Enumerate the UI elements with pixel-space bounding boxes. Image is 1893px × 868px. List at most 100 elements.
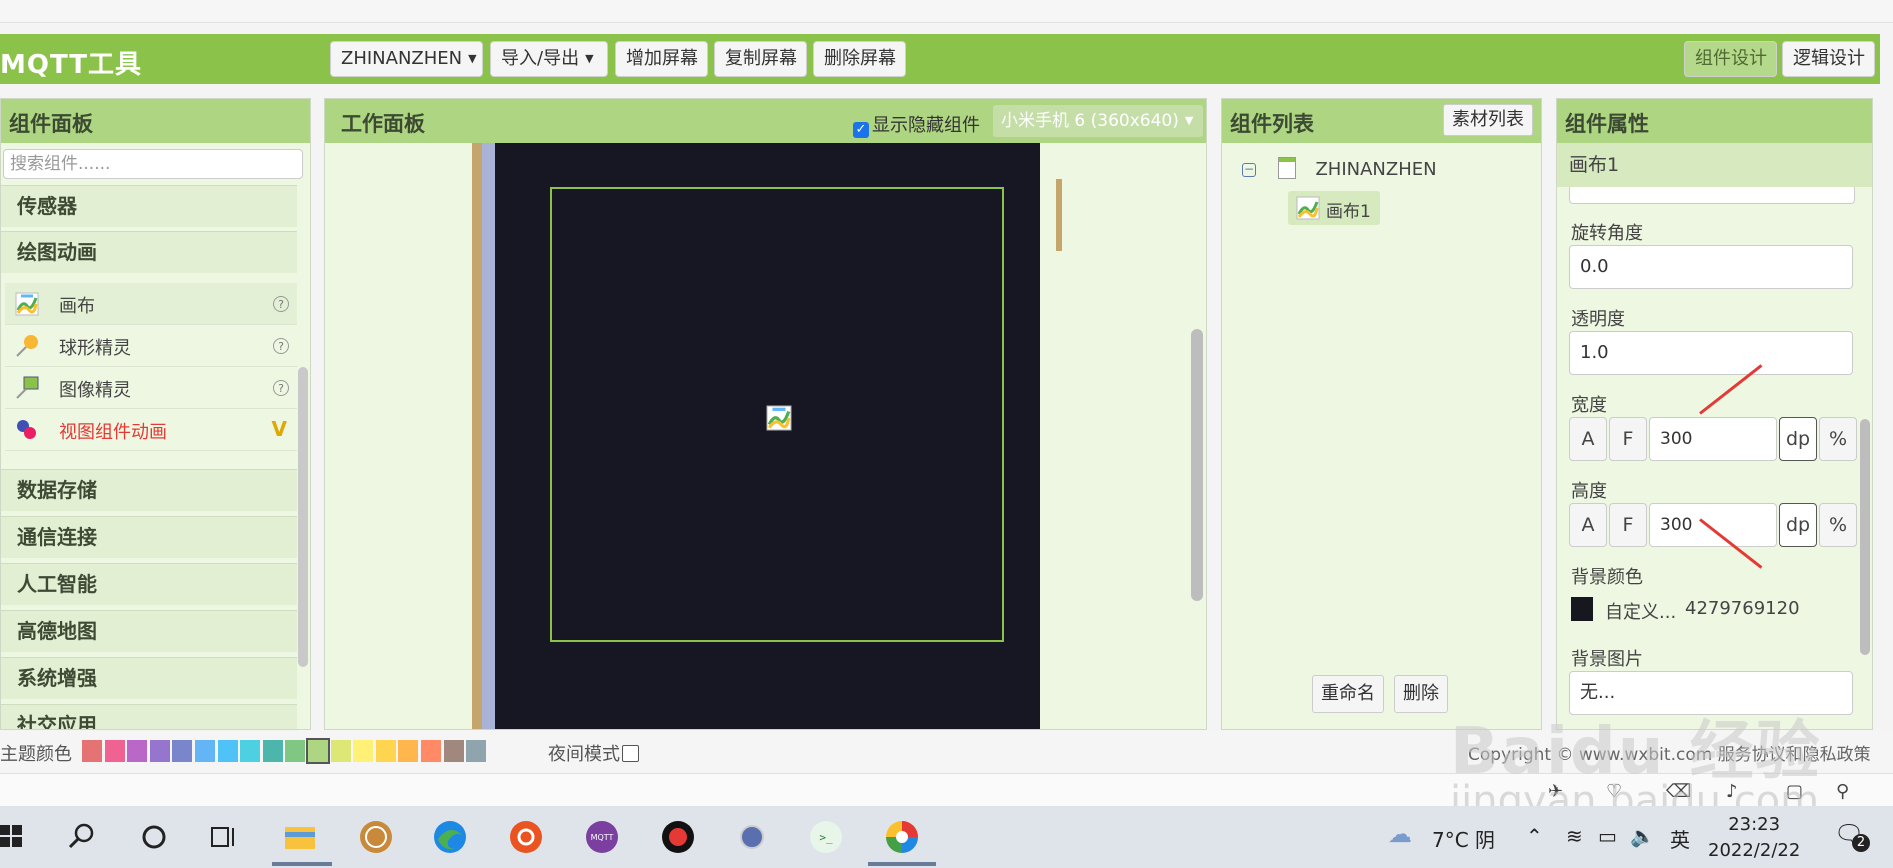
assets-button[interactable]: 素材列表 — [1443, 104, 1533, 136]
project-dropdown[interactable]: ZHINANZHEN ▼ — [330, 41, 483, 77]
alpha-input[interactable]: 1.0 — [1569, 331, 1853, 375]
theme-swatch[interactable] — [443, 740, 464, 762]
width-fill-button[interactable]: F — [1609, 417, 1647, 461]
project-name: ZHINANZHEN — [341, 48, 463, 69]
phone-side-button — [1056, 179, 1062, 251]
width-automatic-button[interactable]: A — [1569, 417, 1607, 461]
cortana-icon[interactable] — [136, 819, 172, 855]
canvas-component[interactable] — [550, 187, 1004, 642]
theme-swatch[interactable] — [217, 740, 238, 762]
theme-swatch[interactable] — [240, 740, 261, 762]
chevron-down-icon: ▼ — [585, 52, 594, 65]
network-globe-icon[interactable] — [734, 819, 770, 855]
delete-button[interactable]: 删除 — [1394, 675, 1448, 713]
rename-button[interactable]: 重命名 — [1312, 675, 1384, 713]
category-system[interactable]: 系统增强 — [1, 657, 297, 699]
edge-browser-icon[interactable] — [432, 819, 468, 855]
theme-swatch[interactable] — [127, 740, 148, 762]
night-mode-checkbox[interactable] — [622, 745, 639, 762]
show-hidden-checkbox[interactable]: ✓ 显示隐藏组件 — [853, 111, 980, 138]
previous-input-edge — [1569, 187, 1855, 204]
mqtt-app-icon[interactable]: MQTT — [584, 819, 620, 855]
palette-item-image-sprite[interactable]: 图像精灵 ? — [5, 367, 297, 409]
battery-icon[interactable]: ▭ — [1598, 824, 1617, 848]
input-method[interactable]: 英 — [1670, 824, 1690, 853]
category-connectivity[interactable]: 通信连接 — [1, 516, 297, 558]
collapse-icon[interactable]: − — [1242, 163, 1256, 177]
theme-swatch[interactable] — [172, 740, 193, 762]
windows-start-icon[interactable] — [0, 821, 24, 851]
theme-swatch[interactable] — [353, 740, 374, 762]
palette-item-canvas[interactable]: 画布 ? — [5, 283, 297, 325]
width-percent-button[interactable]: % — [1819, 417, 1857, 461]
height-input[interactable]: 300 — [1649, 503, 1777, 547]
color-wheel-app-icon[interactable] — [884, 819, 920, 855]
add-screen-button[interactable]: 增加屏幕 — [615, 41, 708, 77]
theme-swatch[interactable] — [330, 740, 351, 762]
weather-icon[interactable]: ☁ — [1388, 820, 1412, 848]
palette-item-view-animation[interactable]: 视图组件动画 V — [5, 409, 297, 451]
night-mode-toggle[interactable]: 夜间模式 — [548, 740, 639, 766]
import-export-dropdown[interactable]: 导入/导出 ▼ — [490, 41, 608, 77]
category-ai[interactable]: 人工智能 — [1, 563, 297, 605]
category-sensors[interactable]: 传感器 — [1, 185, 297, 227]
record-icon[interactable] — [660, 819, 696, 855]
palette-scrollbar[interactable] — [298, 367, 308, 667]
wifi-icon[interactable]: ≋ — [1566, 824, 1583, 848]
theme-swatch[interactable] — [82, 740, 102, 762]
height-fill-button[interactable]: F — [1609, 503, 1647, 547]
chevron-up-icon[interactable]: ⌃ — [1526, 824, 1543, 848]
copy-screen-button[interactable]: 复制屏幕 — [714, 41, 807, 77]
file-explorer-icon[interactable] — [282, 819, 318, 855]
bg-color-name[interactable]: 自定义... — [1605, 598, 1676, 624]
rotation-label: 旋转角度 — [1571, 223, 1643, 244]
theme-swatch[interactable] — [421, 740, 441, 762]
width-input[interactable]: 300 — [1649, 417, 1777, 461]
height-percent-button[interactable]: % — [1819, 503, 1857, 547]
rotation-input[interactable]: 0.0 — [1569, 245, 1853, 289]
weather-text[interactable]: 7°C 阴 — [1432, 824, 1495, 853]
theme-swatch[interactable] — [285, 740, 306, 762]
task-view-icon[interactable] — [206, 819, 242, 855]
theme-swatch[interactable] — [262, 740, 283, 762]
tree-item-canvas[interactable]: 画布1 — [1288, 191, 1380, 225]
device-select[interactable]: 小米手机 6 (360x640) ▼ — [993, 105, 1203, 137]
height-automatic-button[interactable]: A — [1569, 503, 1607, 547]
help-icon[interactable]: ? — [273, 338, 289, 354]
theme-swatch[interactable] — [398, 740, 419, 762]
bg-color-label: 背景颜色 — [1571, 567, 1643, 588]
category-storage[interactable]: 数据存储 — [1, 469, 297, 511]
category-amap[interactable]: 高德地图 — [1, 610, 297, 652]
palette-item-ball-sprite[interactable]: 球形精灵 ? — [5, 325, 297, 367]
theme-swatch[interactable] — [195, 740, 215, 762]
theme-swatch[interactable] — [375, 740, 396, 762]
theme-swatch[interactable] — [306, 738, 330, 764]
ubuntu-icon[interactable] — [508, 819, 544, 855]
clock-time: 23:23 — [1728, 814, 1781, 835]
delete-screen-button[interactable]: 删除屏幕 — [813, 41, 906, 77]
clock[interactable]: 23:23 2022/2/22 — [1708, 812, 1800, 864]
screen-icon — [1277, 157, 1296, 179]
tree-root[interactable]: − ZHINANZHEN — [1242, 157, 1437, 180]
theme-swatch[interactable] — [104, 740, 125, 762]
volume-icon[interactable]: 🔈 — [1630, 824, 1655, 848]
properties-scrollbar[interactable] — [1860, 419, 1870, 655]
help-icon[interactable]: ? — [273, 380, 289, 396]
bg-color-swatch[interactable] — [1571, 597, 1593, 621]
theme-swatch[interactable] — [466, 740, 487, 762]
viewer-scrollbar[interactable] — [1191, 329, 1203, 601]
height-dp-button[interactable]: dp — [1779, 503, 1817, 547]
help-icon[interactable]: ? — [273, 296, 289, 312]
width-dp-button[interactable]: dp — [1779, 417, 1817, 461]
university-logo-icon[interactable] — [358, 819, 394, 855]
category-social[interactable]: 社交应用 — [1, 704, 297, 729]
category-drawing[interactable]: 绘图动画 — [1, 231, 297, 273]
palette-search-input[interactable]: 搜索组件...... — [3, 149, 303, 179]
search-icon[interactable]: ⚲ — [1836, 781, 1849, 802]
theme-swatch[interactable] — [149, 740, 170, 762]
height-label: 高度 — [1571, 481, 1607, 502]
blocks-button[interactable]: 逻辑设计 — [1782, 41, 1875, 77]
designer-button[interactable]: 组件设计 — [1684, 41, 1777, 77]
search-icon[interactable] — [64, 819, 100, 855]
wechat-dev-icon[interactable]: >_ — [808, 819, 844, 855]
